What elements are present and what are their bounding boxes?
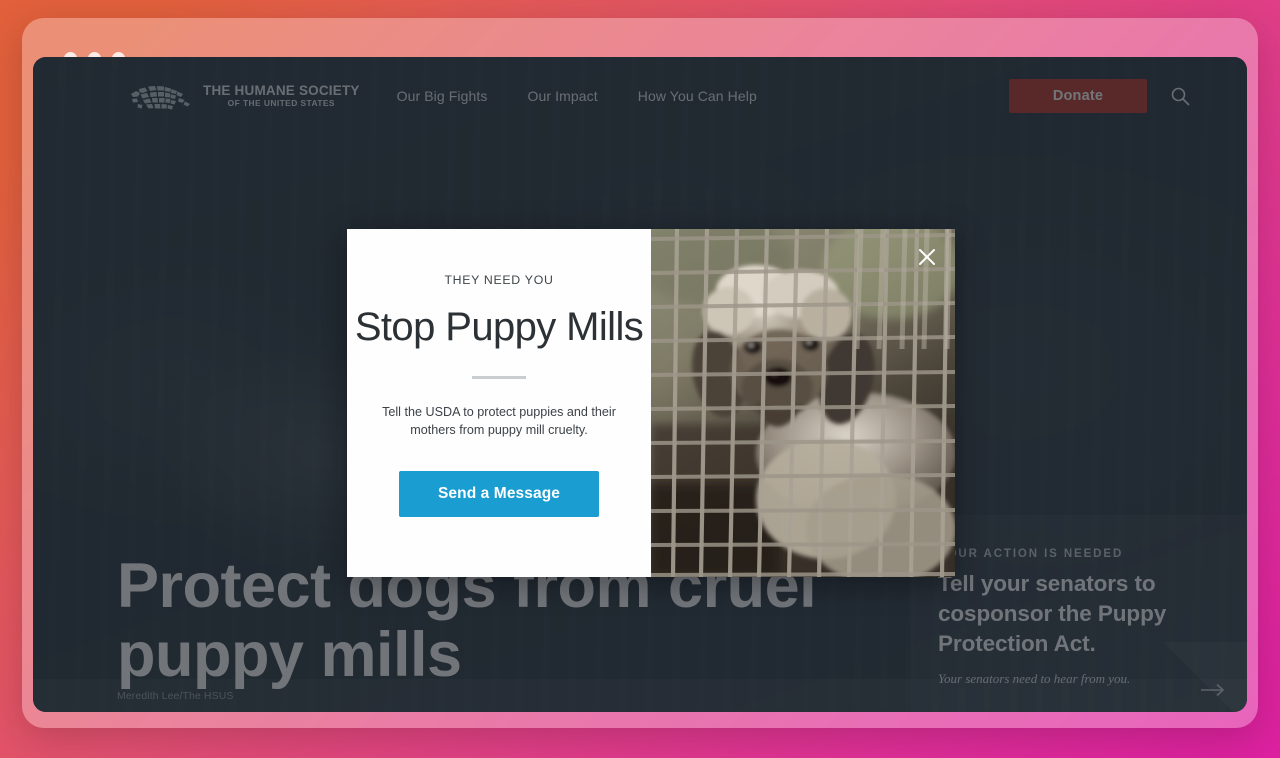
send-a-message-button[interactable]: Send a Message xyxy=(399,470,599,517)
modal-image-panel xyxy=(651,229,955,577)
modal-eyebrow: THEY NEED YOU xyxy=(444,273,554,287)
close-icon xyxy=(919,249,935,265)
modal-title: Stop Puppy Mills xyxy=(354,305,644,349)
modal-close-button[interactable] xyxy=(916,246,938,268)
modal-content-panel: THEY NEED YOU Stop Puppy Mills Tell the … xyxy=(347,229,651,577)
desktop-background: THE HUMANE SOCIETY OF THE UNITED STATES … xyxy=(0,0,1280,758)
dog-in-cage-photo xyxy=(651,229,955,577)
modal-body-text: Tell the USDA to protect puppies and the… xyxy=(382,405,616,437)
browser-titlebar xyxy=(22,18,1258,65)
promo-modal: THEY NEED YOU Stop Puppy Mills Tell the … xyxy=(347,229,955,577)
page-viewport: THE HUMANE SOCIETY OF THE UNITED STATES … xyxy=(33,57,1247,712)
browser-window: THE HUMANE SOCIETY OF THE UNITED STATES … xyxy=(22,18,1258,728)
modal-divider xyxy=(472,376,526,379)
